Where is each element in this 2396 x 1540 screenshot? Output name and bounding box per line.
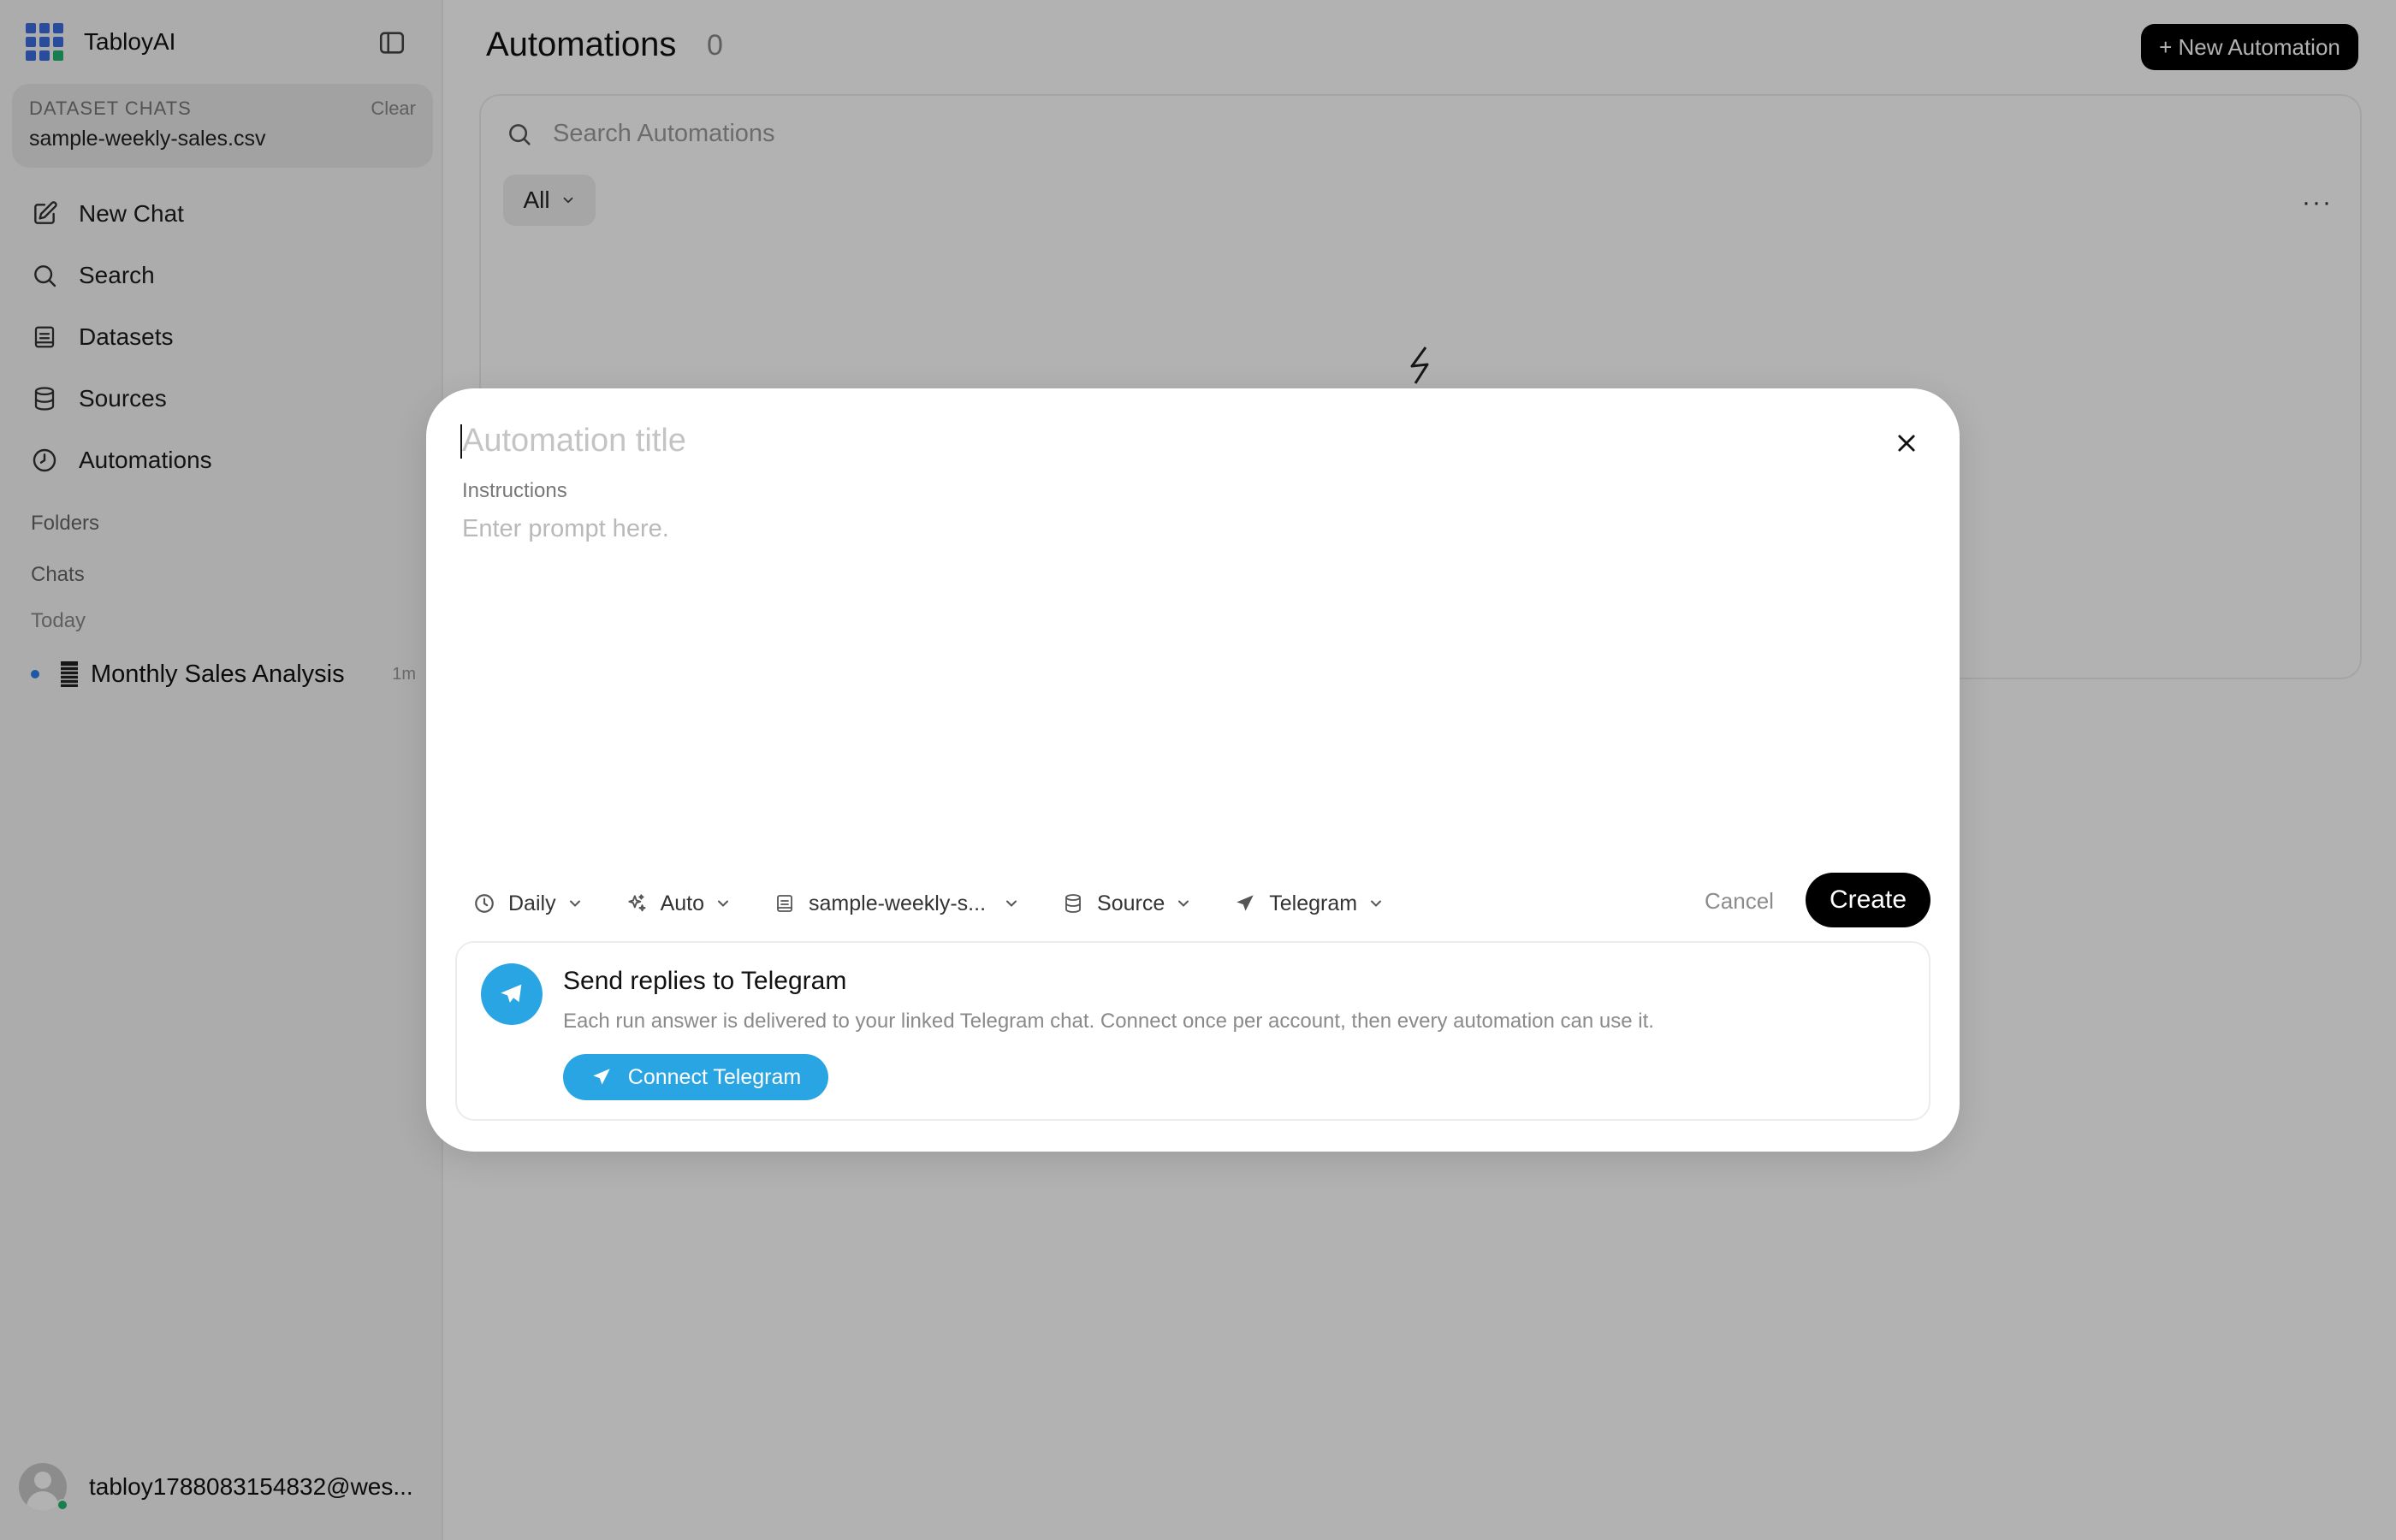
prompt-textarea[interactable]: Enter prompt here. (462, 515, 669, 543)
clock-icon (472, 891, 496, 915)
telegram-description: Each run answer is delivered to your lin… (563, 1010, 1654, 1033)
schedule-dropdown[interactable]: Daily (472, 891, 584, 916)
delivery-dropdown[interactable]: Telegram (1233, 891, 1385, 916)
automation-title-input[interactable]: Automation title (462, 423, 686, 459)
chevron-down-icon (1367, 895, 1385, 912)
delivery-value: Telegram (1269, 891, 1358, 915)
chevron-down-icon (1003, 895, 1020, 912)
chevron-down-icon (566, 895, 584, 912)
dataset-value: sample-weekly-s... (809, 891, 987, 915)
chevron-down-icon (715, 895, 732, 912)
sparkles-icon (625, 891, 649, 915)
database-icon (1061, 891, 1085, 915)
chevron-down-icon (1175, 895, 1192, 912)
schedule-value: Daily (508, 891, 556, 915)
connect-telegram-label: Connect Telegram (627, 1064, 802, 1089)
send-icon (590, 1066, 613, 1088)
model-dropdown[interactable]: Auto (625, 891, 732, 916)
dataset-icon (773, 891, 797, 915)
cancel-button[interactable]: Cancel (1705, 888, 1774, 915)
create-button[interactable]: Create (1806, 873, 1930, 927)
telegram-panel: Send replies to Telegram Each run answer… (455, 941, 1930, 1121)
telegram-title: Send replies to Telegram (563, 967, 847, 995)
send-icon (1233, 891, 1257, 915)
automation-toolbar: Daily Auto sample-weekly-s... Source Tel… (472, 880, 1426, 927)
source-dropdown[interactable]: Source (1061, 891, 1192, 916)
model-value: Auto (660, 891, 705, 915)
connect-telegram-button[interactable]: Connect Telegram (563, 1054, 828, 1100)
close-icon[interactable] (1891, 428, 1922, 459)
telegram-icon (481, 963, 543, 1025)
dataset-dropdown[interactable]: sample-weekly-s... (773, 891, 1020, 916)
instructions-label: Instructions (462, 479, 567, 502)
new-automation-modal: Automation title Instructions Enter prom… (426, 388, 1960, 1152)
source-value: Source (1097, 891, 1165, 915)
